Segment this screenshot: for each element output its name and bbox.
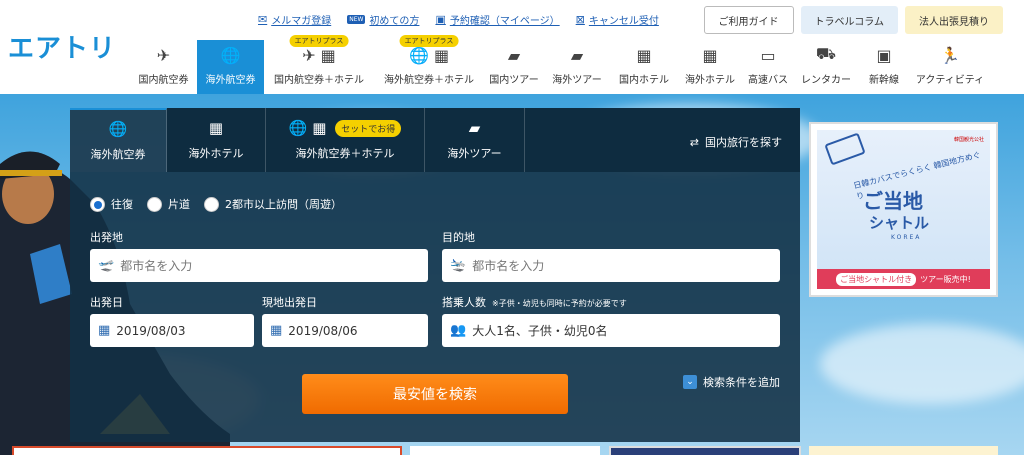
globe-plane-icon: 🌐 bbox=[220, 46, 241, 65]
radio-one-way[interactable]: 片道 bbox=[147, 196, 190, 212]
bus-icon: ▭ bbox=[760, 46, 776, 65]
travel-column-button[interactable]: トラベルコラム bbox=[800, 6, 898, 34]
depart-date-label: 出発日 bbox=[90, 296, 123, 309]
building-icon: ▦ bbox=[702, 46, 718, 65]
newsletter-link[interactable]: ✉ メルマガ登録 bbox=[258, 12, 331, 27]
first-time-link[interactable]: NEW 初めての方 bbox=[347, 12, 419, 27]
swap-arrows-icon: ⇄ bbox=[689, 135, 699, 149]
set-deal-badge: セットでお得 bbox=[335, 120, 402, 137]
calendar-cancel-icon: ⊠ bbox=[575, 13, 585, 26]
search-tabs: 🌐 海外航空券 ▦ 海外ホテル 🌐 ▦ セットでお得 海外航空券＋ホテル ▰ 海外ツアー… bbox=[70, 108, 800, 172]
ad-subtitle: シャトル bbox=[869, 214, 930, 232]
bottom-banner[interactable] bbox=[12, 446, 402, 455]
train-icon: ▣ bbox=[876, 46, 892, 65]
suitcase-icon: ▰ bbox=[507, 46, 521, 65]
return-date-input[interactable]: ▦ 2019/08/06 bbox=[262, 314, 428, 347]
korea-shuttle-ad[interactable]: 韓国観光公社 日韓カバスでらくらく 韓国地方めぐり ご当地 シャトル KOREA… bbox=[809, 122, 998, 297]
bottom-banner[interactable] bbox=[609, 446, 801, 455]
nav-intl-hotel[interactable]: ▦ 海外ホテル bbox=[678, 40, 742, 94]
tab-intl-hotels[interactable]: ▦ 海外ホテル bbox=[167, 108, 266, 172]
ad-korea: KOREA bbox=[891, 234, 922, 241]
globe-suitcase-icon: ▰ bbox=[570, 46, 584, 65]
corporate-quote-button[interactable]: 法人出張見積り bbox=[905, 6, 1003, 34]
radio-multi-city[interactable]: 2都市以上訪問（周遊） bbox=[204, 196, 342, 212]
radio-round-trip[interactable]: 往復 bbox=[90, 196, 133, 212]
mail-icon: ✉ bbox=[258, 13, 268, 26]
nav-domestic-flights[interactable]: ✈ 国内航空券 bbox=[130, 40, 197, 94]
top-buttons: ご利用ガイド トラベルコラム 法人出張見積り bbox=[703, 6, 1003, 34]
building-icon: ▦ bbox=[208, 119, 224, 137]
nav-shinkansen[interactable]: ▣ 新幹線 bbox=[858, 40, 910, 94]
add-conditions-toggle[interactable]: ⌄ 検索条件を追加 bbox=[683, 374, 780, 390]
passengers-label: 搭乗人数 ※子供・幼児も同時に予約が必要です bbox=[442, 296, 627, 309]
tabs-spacer: ⇄ 国内旅行を探す bbox=[525, 108, 800, 172]
calendar-icon: ▦ bbox=[98, 323, 111, 338]
airtri-plus-badge: エアトリプラス bbox=[289, 35, 349, 47]
car-icon: ⛟ bbox=[815, 44, 837, 63]
cancel-link[interactable]: ⊠ キャンセル受付 bbox=[576, 12, 659, 27]
nav-activity[interactable]: 🏃 アクティビティ bbox=[910, 40, 990, 94]
reservation-check-link[interactable]: ▣ 予約確認（マイページ） bbox=[435, 12, 559, 27]
ad-sponsor: 韓国観光公社 bbox=[953, 137, 984, 143]
search-button[interactable]: 最安値を検索 bbox=[302, 374, 568, 414]
passengers-input[interactable]: 👥 大人1名、子供・幼児0名 bbox=[442, 314, 780, 347]
nav-intl-tour[interactable]: ▰ 海外ツアー bbox=[544, 40, 610, 94]
tab-intl-flights[interactable]: 🌐 海外航空券 bbox=[70, 108, 167, 172]
trip-type-group: 往復 片道 2都市以上訪問（周遊） bbox=[90, 196, 342, 212]
nav-domestic-hotel[interactable]: ▦ 国内ホテル bbox=[610, 40, 678, 94]
running-icon: 🏃 bbox=[940, 46, 960, 65]
new-badge-icon: NEW bbox=[347, 15, 366, 24]
calendar-icon: ▦ bbox=[270, 323, 283, 338]
nav-intl-flight-hotel[interactable]: エアトリプラス 🌐 ▦ 海外航空券＋ホテル bbox=[374, 35, 484, 94]
calendar-check-icon: ▣ bbox=[435, 13, 446, 26]
nav-highway-bus[interactable]: ▭ 高速バス bbox=[742, 40, 794, 94]
nav-intl-flights[interactable]: 🌐 海外航空券 bbox=[197, 40, 264, 94]
airplane-hotel-icon: ✈ ▦ bbox=[302, 46, 336, 65]
passengers-note: ※子供・幼児も同時に予約が必要です bbox=[492, 299, 627, 308]
airplane-icon: ✈ bbox=[156, 46, 171, 65]
ad-image: 韓国観光公社 日韓カバスでらくらく 韓国地方めぐり ご当地 シャトル KOREA… bbox=[817, 130, 990, 289]
globe-hotel-icon: 🌐 ▦ bbox=[408, 46, 450, 65]
ad-title: ご当地 bbox=[863, 189, 923, 213]
departure-input[interactable]: 🛫 都市名を入力 bbox=[90, 249, 428, 282]
people-icon: 👥 bbox=[450, 323, 467, 338]
globe-hotel-icon: 🌐 ▦ セットでお得 bbox=[289, 119, 402, 137]
bottom-banner[interactable] bbox=[410, 446, 600, 455]
site-logo[interactable]: エアトリ bbox=[8, 28, 116, 65]
radio-selected-icon bbox=[90, 196, 105, 212]
tab-intl-tours[interactable]: ▰ 海外ツアー bbox=[425, 108, 525, 172]
hotel-icon: ▦ bbox=[636, 46, 652, 65]
cloud bbox=[820, 324, 1024, 404]
landing-icon: 🛬 bbox=[450, 258, 467, 273]
guide-button[interactable]: ご利用ガイド bbox=[703, 6, 794, 34]
tab-intl-flight-hotel[interactable]: 🌐 ▦ セットでお得 海外航空券＋ホテル bbox=[266, 108, 425, 172]
globe-plane-icon: 🌐 bbox=[108, 120, 128, 138]
bus-icon bbox=[824, 132, 866, 166]
destination-input[interactable]: 🛬 都市名を入力 bbox=[442, 249, 780, 282]
airtri-plus-badge: エアトリプラス bbox=[399, 35, 459, 47]
main-nav: ✈ 国内航空券 🌐 海外航空券 エアトリプラス ✈ ▦ 国内航空券＋ホテル エアトリプラ… bbox=[130, 35, 990, 94]
departure-label: 出発地 bbox=[90, 231, 123, 244]
bottom-banner[interactable] bbox=[809, 446, 998, 455]
chevron-down-icon: ⌄ bbox=[683, 375, 697, 389]
radio-icon bbox=[147, 196, 162, 212]
nav-domestic-tour[interactable]: ▰ 国内ツアー bbox=[484, 40, 544, 94]
destination-label: 目的地 bbox=[442, 231, 475, 244]
nav-rental-car[interactable]: ⛟ レンタカー bbox=[794, 40, 858, 94]
takeoff-icon: 🛫 bbox=[98, 258, 115, 273]
depart-date-input[interactable]: ▦ 2019/08/03 bbox=[90, 314, 254, 347]
domestic-travel-link[interactable]: ⇄ 国内旅行を探す bbox=[690, 134, 782, 150]
return-date-label: 現地出発日 bbox=[262, 296, 317, 309]
suitcase-icon: ▰ bbox=[468, 119, 481, 137]
search-panel: 🌐 海外航空券 ▦ 海外ホテル 🌐 ▦ セットでお得 海外航空券＋ホテル ▰ 海外ツアー… bbox=[70, 108, 800, 442]
radio-icon bbox=[204, 196, 219, 212]
nav-domestic-flight-hotel[interactable]: エアトリプラス ✈ ▦ 国内航空券＋ホテル bbox=[264, 35, 374, 94]
top-links: ✉ メルマガ登録 NEW 初めての方 ▣ 予約確認（マイページ） ⊠ キャンセル受付 bbox=[258, 12, 659, 27]
ad-footer: ご当地シャトル付き ツアー販売中! bbox=[817, 269, 990, 289]
